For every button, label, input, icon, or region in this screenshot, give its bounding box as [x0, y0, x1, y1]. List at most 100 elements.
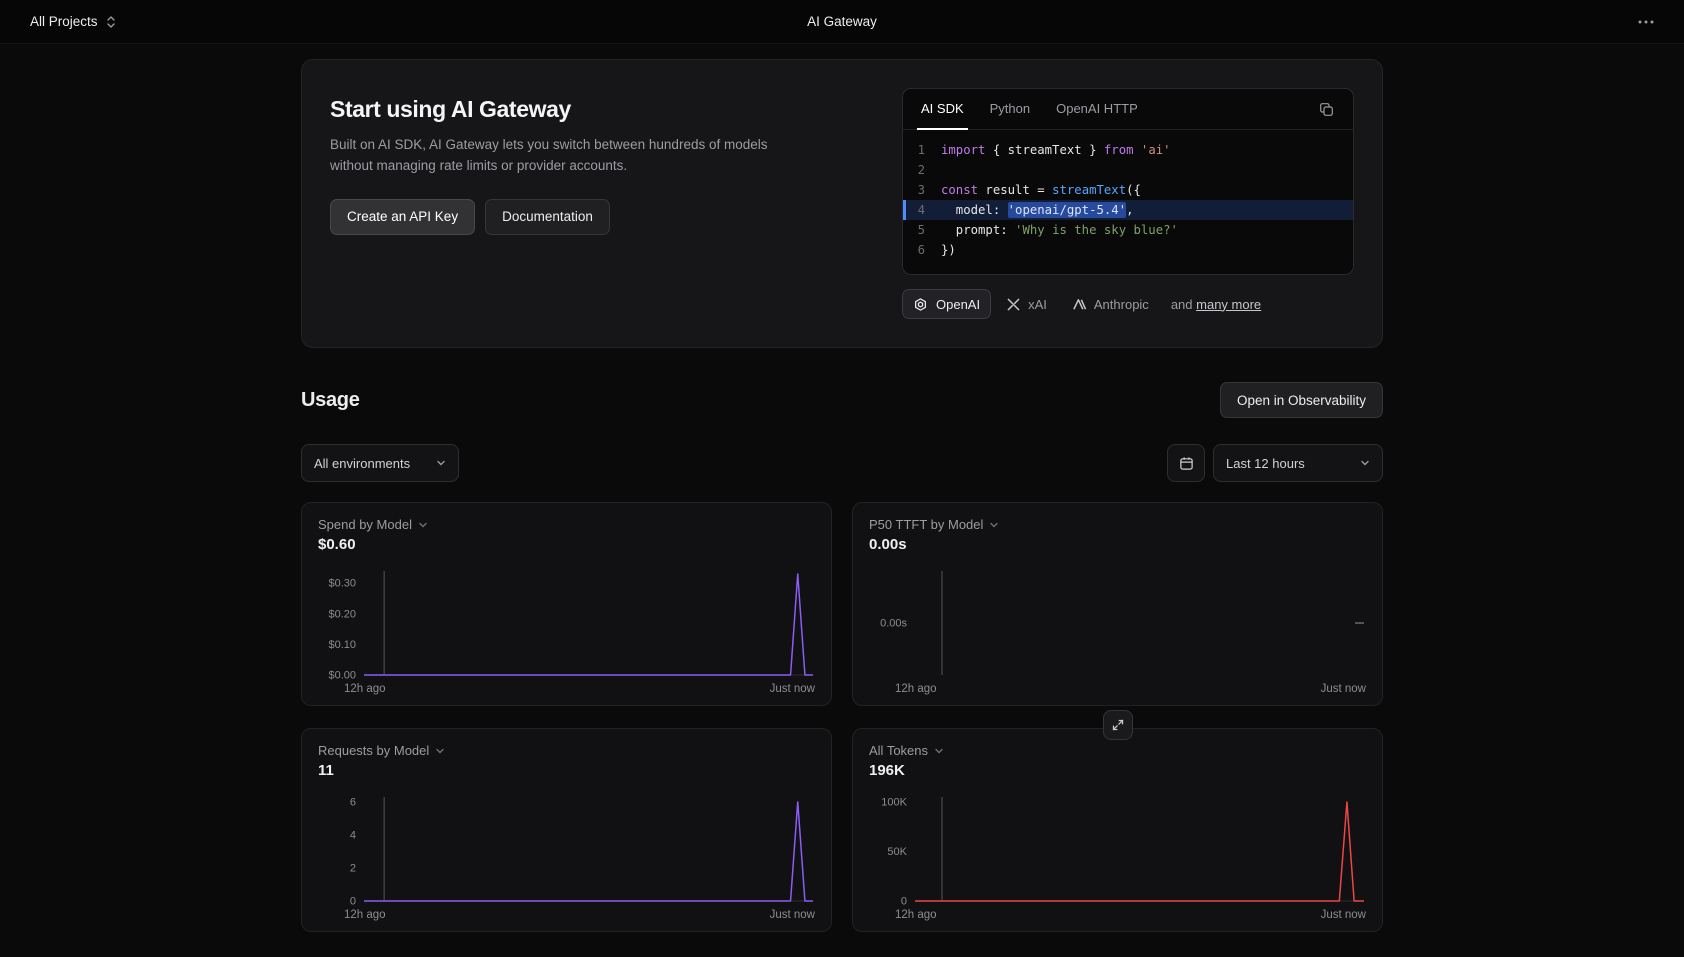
topbar: All Projects AI Gateway: [0, 0, 1684, 44]
provider-logos-row: OpenAI xAI Anthropic and many more: [902, 289, 1354, 319]
time-range-filter[interactable]: Last 12 hours: [1213, 444, 1383, 482]
usage-title: Usage: [301, 388, 360, 411]
chart-total-value: 196K: [869, 762, 905, 779]
code-line: 4 model: 'openai/gpt-5.4',: [903, 200, 1353, 220]
all-tokens-chart: 100K 50K 0: [869, 791, 1366, 907]
chart-metric-dropdown[interactable]: Spend by Model: [318, 517, 428, 532]
time-filter-group: Last 12 hours: [1167, 444, 1383, 482]
open-observability-button[interactable]: Open in Observability: [1219, 382, 1383, 418]
x-label-start: 12h ago: [895, 909, 937, 921]
svg-text:$0.20: $0.20: [328, 608, 356, 620]
code-tab-bar: AI SDK Python OpenAI HTTP: [903, 89, 1353, 130]
copy-icon: [1320, 102, 1333, 116]
code-lines: 1 import { streamText } from 'ai' 2 3 const …: [903, 130, 1353, 274]
chart-x-labels: 12h ago Just now: [318, 909, 815, 921]
expand-chart-button[interactable]: [1102, 710, 1133, 740]
chart-total-value: 11: [318, 762, 334, 779]
time-range-value: Last 12 hours: [1226, 455, 1305, 471]
usage-header: Usage Open in Observability: [301, 382, 1383, 418]
provider-chip-anthropic: Anthropic: [1063, 289, 1159, 319]
svg-text:0.00s: 0.00s: [880, 618, 907, 630]
chart-title: Requests by Model: [318, 743, 430, 758]
code-sample-card: AI SDK Python OpenAI HTTP 1 import { stre…: [902, 88, 1354, 275]
chevron-down-icon: [437, 460, 445, 466]
x-label-end: Just now: [769, 909, 815, 921]
chevrons-up-down-icon: [106, 15, 115, 28]
hero-description: Built on AI SDK, AI Gateway lets you swi…: [330, 137, 768, 173]
tab-openai-http[interactable]: OpenAI HTTP: [1052, 90, 1142, 130]
project-switcher[interactable]: All Projects: [24, 10, 122, 33]
x-label-start: 12h ago: [344, 909, 386, 921]
chevron-down-icon: [1361, 460, 1369, 466]
hero-title: Start using AI Gateway: [330, 96, 571, 122]
chart-metric-dropdown[interactable]: All Tokens: [869, 743, 944, 758]
svg-text:100K: 100K: [881, 796, 907, 808]
chevron-down-icon: [990, 522, 999, 527]
requests-by-model-card: Requests by Model 11 6 4 2 0 12h ago Just n…: [301, 728, 832, 932]
provider-label: xAI: [1028, 296, 1047, 312]
p50-ttft-chart: 0.00s: [869, 565, 1366, 681]
code-line: 5 prompt: 'Why is the sky blue?': [917, 223, 1178, 237]
calendar-button[interactable]: [1167, 444, 1205, 482]
many-more-link[interactable]: many more: [1196, 297, 1261, 312]
hero-card: Start using AI Gateway Built on AI SDK, …: [301, 59, 1383, 348]
chart-title: All Tokens: [869, 743, 929, 758]
svg-text:50K: 50K: [887, 846, 907, 858]
x-label-end: Just now: [769, 683, 815, 695]
environment-filter[interactable]: All environments: [301, 444, 459, 482]
chevron-down-icon: [419, 522, 427, 527]
requests-chart: 6 4 2 0: [318, 791, 815, 907]
hero-actions: Create an API Key Documentation: [330, 198, 854, 235]
chart-x-labels: 12h ago Just now: [318, 683, 815, 695]
copy-code-button[interactable]: [1314, 97, 1339, 122]
p50-ttft-card: P50 TTFT by Model 0.00s 0.00s 12h ago Ju…: [852, 502, 1383, 706]
chart-metric-dropdown[interactable]: Requests by Model: [318, 743, 445, 758]
tab-ai-sdk[interactable]: AI SDK: [917, 90, 968, 130]
chart-metric-dropdown[interactable]: P50 TTFT by Model: [869, 517, 999, 532]
chart-x-labels: 12h ago Just now: [869, 909, 1366, 921]
openai-logo-icon: [915, 297, 926, 311]
expand-icon: [1112, 719, 1123, 731]
svg-text:0: 0: [350, 896, 356, 908]
spend-by-model-card: Spend by Model $0.60 $0.30 $0.20 $0.10 $0.0…: [301, 502, 832, 706]
code-line: 1 import { streamText } from 'ai': [917, 143, 1171, 157]
create-api-key-button[interactable]: Create an API Key: [330, 198, 476, 235]
chart-total-value: 0.00s: [869, 536, 907, 553]
svg-text:$0.30: $0.30: [328, 578, 356, 590]
calendar-icon: [1179, 456, 1193, 470]
charts-grid: Spend by Model $0.60 $0.30 $0.20 $0.10 $0.0…: [301, 502, 1383, 932]
overflow-menu-button[interactable]: [1632, 14, 1660, 30]
tab-label: OpenAI HTTP: [1056, 101, 1138, 116]
chart-title: P50 TTFT by Model: [869, 517, 984, 532]
xai-logo-icon: [1007, 298, 1020, 310]
ellipsis-icon: [1638, 20, 1654, 23]
tab-python[interactable]: Python: [986, 90, 1034, 130]
code-line: 3 const result = streamText({: [917, 183, 1141, 197]
provider-label: OpenAI: [936, 296, 981, 312]
svg-text:$0.00: $0.00: [328, 670, 356, 682]
provider-label: Anthropic: [1093, 296, 1149, 312]
providers-more-text: and many more: [1171, 297, 1261, 312]
code-line: 2: [917, 163, 925, 177]
svg-text:0: 0: [901, 896, 907, 908]
svg-text:$0.10: $0.10: [328, 639, 356, 651]
tab-label: AI SDK: [921, 101, 964, 116]
filters-row: All environments Last 12 hours: [301, 444, 1383, 482]
chevron-down-icon: [935, 748, 943, 753]
more-prefix: and: [1170, 296, 1193, 312]
page-title: AI Gateway: [807, 14, 877, 29]
svg-text:2: 2: [350, 862, 356, 874]
anthropic-logo-icon: [1073, 298, 1086, 309]
environment-filter-value: All environments: [314, 455, 411, 471]
svg-text:6: 6: [350, 796, 356, 808]
documentation-button[interactable]: Documentation: [485, 198, 610, 235]
chevron-down-icon: [436, 748, 444, 753]
hero-code-column: AI SDK Python OpenAI HTTP 1 import { stre…: [902, 88, 1354, 319]
chart-total-value: $0.60: [318, 536, 356, 553]
x-label-start: 12h ago: [895, 683, 937, 695]
all-tokens-card: All Tokens 196K 100K 50K 0 12h ago Just no…: [852, 728, 1383, 932]
tab-label: Python: [989, 101, 1031, 116]
code-line: 6}): [917, 243, 956, 257]
svg-text:4: 4: [350, 829, 356, 841]
x-label-start: 12h ago: [344, 683, 386, 695]
